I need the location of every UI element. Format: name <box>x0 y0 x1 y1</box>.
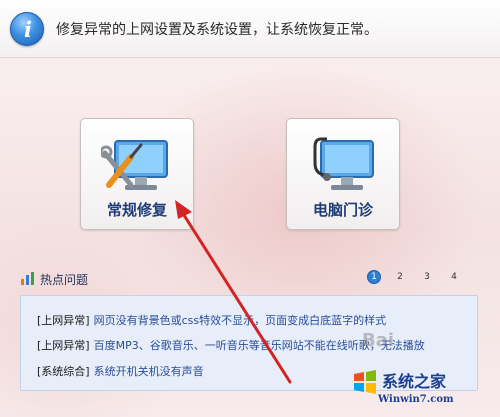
pc-clinic-label: 电脑门诊 <box>312 201 373 219</box>
info-icon: i <box>10 12 44 46</box>
site-url: Winwin7.com <box>378 394 454 405</box>
monitor-tools-icon <box>101 140 168 190</box>
issue-link[interactable]: 网页没有背景色或css特效不显示，页面变成白底蓝字的样式 <box>94 314 387 327</box>
hot-issues-title: 热点问题 <box>40 273 89 287</box>
windows-logo-icon <box>354 370 376 394</box>
pc-clinic-button[interactable]: 电脑门诊 <box>286 118 400 230</box>
bar-chart-icon <box>21 272 34 285</box>
monitor-stethoscope-icon <box>313 137 374 190</box>
issue-category: [上网异常] <box>37 314 90 327</box>
site-name: 系统之家 <box>382 372 447 391</box>
page-3[interactable]: 3 <box>420 270 434 284</box>
page-4[interactable]: 4 <box>447 270 461 284</box>
issue-category: [系统综合] <box>37 365 90 378</box>
baidu-watermark: Bai <box>362 330 395 351</box>
regular-repair-button[interactable]: 常规修复 <box>80 118 194 230</box>
issue-link[interactable]: 系统开机关机没有声音 <box>94 365 204 378</box>
header-title: 修复异常的上网设置及系统设置，让系统恢复正常。 <box>56 22 378 38</box>
issue-category: [上网异常] <box>37 339 90 352</box>
page-1[interactable]: 1 <box>367 270 381 284</box>
regular-repair-label: 常规修复 <box>106 201 167 219</box>
page-2[interactable]: 2 <box>393 270 407 284</box>
site-watermark: 系统之家 Winwin7.com <box>352 368 492 412</box>
list-item[interactable]: [系统综合] 系统开机关机没有声音 <box>37 363 204 379</box>
list-item[interactable]: [上网异常] 网页没有背景色或css特效不显示，页面变成白底蓝字的样式 <box>37 312 386 328</box>
header-bar: i 修复异常的上网设置及系统设置，让系统恢复正常。 <box>0 0 500 58</box>
